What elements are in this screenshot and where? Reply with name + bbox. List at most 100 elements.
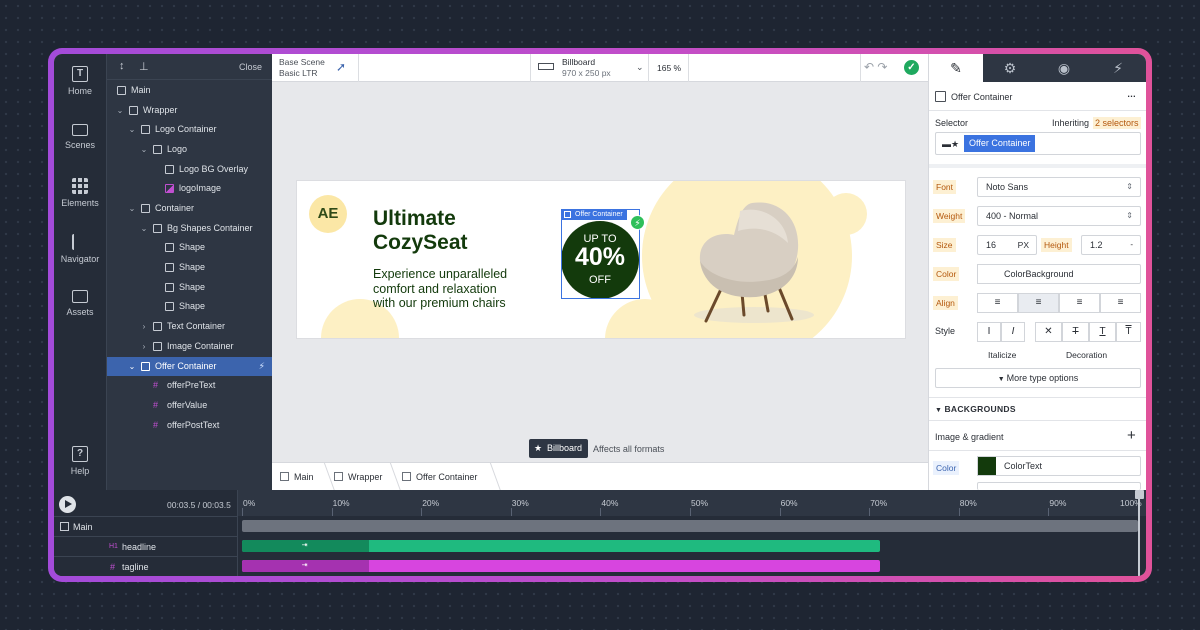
headline[interactable]: Ultimate CozySeat bbox=[373, 207, 513, 255]
rail-help[interactable]: ? Help bbox=[54, 446, 106, 476]
size-unit[interactable]: PX bbox=[1018, 236, 1029, 254]
layer-logo-container[interactable]: ⌄ Logo Container bbox=[107, 120, 273, 139]
align-left-button[interactable]: ≡ bbox=[977, 293, 1018, 313]
layers-close-button[interactable]: Close bbox=[239, 62, 262, 72]
lightning-badge-icon[interactable]: ⚡︎ bbox=[630, 215, 645, 230]
italic-button[interactable]: I bbox=[1001, 322, 1025, 342]
breadcrumb-wrapper[interactable]: Wrapper bbox=[334, 472, 382, 482]
timeline-row-headline[interactable]: H1 headline bbox=[54, 536, 238, 556]
chevron-down-icon[interactable]: ⌄ bbox=[139, 219, 149, 238]
format-selector[interactable]: Billboard 970 x 250 px bbox=[562, 57, 611, 79]
tagline[interactable]: Experience unparalleled comfort and rela… bbox=[373, 267, 553, 311]
overline-button[interactable]: T bbox=[1116, 322, 1141, 342]
chevron-down-icon[interactable]: ⌄ bbox=[127, 120, 137, 139]
layer-offer-pre-text[interactable]: # offerPreText bbox=[107, 376, 273, 395]
layer-image-container[interactable]: › Image Container bbox=[107, 337, 273, 356]
layer-main[interactable]: Main bbox=[107, 81, 273, 100]
inheriting-count[interactable]: 2 selectors bbox=[1093, 117, 1141, 129]
more-options-icon[interactable]: … bbox=[1127, 89, 1136, 99]
chevron-down-icon[interactable]: ⌄ bbox=[115, 101, 125, 120]
font-select[interactable]: Noto Sans ⇕ bbox=[977, 177, 1141, 197]
layer-wrapper[interactable]: ⌄ Wrapper bbox=[107, 101, 273, 120]
timeline-row-tagline[interactable]: # tagline bbox=[54, 556, 238, 576]
trend-icon[interactable]: ➚ bbox=[336, 60, 346, 74]
breadcrumb-label: Wrapper bbox=[348, 472, 383, 482]
chevron-down-icon[interactable]: ⌄ bbox=[636, 62, 644, 73]
timeline-row-main[interactable]: Main bbox=[54, 516, 238, 536]
height-input[interactable]: 1.2 - bbox=[1081, 235, 1141, 255]
timeline-time: 00:03.5 / 00:03.5 bbox=[167, 500, 231, 510]
layer-offer-container[interactable]: ⌄ Offer Container ⚡︎ bbox=[107, 357, 273, 376]
selector-field[interactable]: ▬★ Offer Container bbox=[935, 132, 1141, 155]
tab-settings[interactable]: ⚙ bbox=[983, 54, 1037, 82]
zoom-level[interactable]: 165 % bbox=[657, 63, 681, 73]
layer-text-container[interactable]: › Text Container bbox=[107, 317, 273, 336]
layer-logo-bg-overlay[interactable]: Logo BG Overlay bbox=[107, 160, 273, 179]
timeline-track-bar[interactable]: ⇥ bbox=[242, 560, 880, 572]
selector-chip[interactable]: Offer Container bbox=[964, 135, 1036, 152]
backgrounds-header[interactable]: ▼ BACKGROUNDS bbox=[935, 404, 1016, 414]
timeline-track-bar[interactable] bbox=[242, 520, 1138, 532]
layer-bg-shapes-container[interactable]: ⌄ Bg Shapes Container bbox=[107, 219, 273, 238]
bg-color-token-field[interactable]: ColorText bbox=[996, 456, 1141, 476]
weight-select[interactable]: 400 - Normal ⇕ bbox=[977, 206, 1141, 226]
undo-redo-icon[interactable]: ↶ ↷ bbox=[864, 60, 887, 74]
underline-button[interactable]: T bbox=[1089, 322, 1116, 342]
layer-shape[interactable]: Shape bbox=[107, 278, 273, 297]
rail-navigator[interactable]: Navigator bbox=[54, 234, 106, 264]
layer-offer-value[interactable]: # offerValue bbox=[107, 396, 273, 415]
add-icon[interactable]: + bbox=[1127, 427, 1136, 444]
layer-logo[interactable]: ⌄ Logo bbox=[107, 140, 273, 159]
layer-shape[interactable]: Shape bbox=[107, 238, 273, 257]
breadcrumb-offer-container[interactable]: Offer Container bbox=[402, 472, 477, 482]
rail-home[interactable]: T Home bbox=[54, 66, 106, 96]
playhead[interactable] bbox=[1138, 490, 1140, 576]
height-unit[interactable]: - bbox=[1130, 236, 1133, 254]
layer-container[interactable]: ⌄ Container bbox=[107, 199, 273, 218]
timeline-track-bar[interactable]: ⇥ bbox=[242, 540, 880, 552]
tab-animation[interactable]: ⚡︎ bbox=[1091, 54, 1145, 82]
collapse-all-icon[interactable]: ↕ bbox=[119, 60, 125, 72]
check-status-icon[interactable]: ✓ bbox=[904, 60, 919, 75]
layer-offer-post-text[interactable]: # offerPostText bbox=[107, 416, 273, 435]
no-decoration-button[interactable]: ✕ bbox=[1035, 322, 1062, 342]
rail-elements[interactable]: Elements bbox=[54, 178, 106, 208]
toolbar-divider bbox=[358, 54, 359, 82]
scene-selector[interactable]: Base Scene Basic LTR bbox=[279, 57, 325, 79]
chevron-down-icon[interactable]: ⌄ bbox=[127, 199, 137, 218]
chevron-down-icon[interactable]: ⌄ bbox=[139, 140, 149, 159]
play-icon[interactable] bbox=[59, 496, 76, 513]
format-chip[interactable]: ★ Billboard bbox=[529, 439, 589, 458]
rail-scenes[interactable]: Scenes bbox=[54, 122, 106, 150]
divider bbox=[929, 450, 1146, 451]
timeline-ruler[interactable]: 0% 10% 20% 30% 40% 50% 60% 70% 80% 90% 100% bbox=[238, 490, 1146, 516]
align-center-icon: ≡ bbox=[1035, 297, 1042, 308]
strikethrough-button[interactable]: T bbox=[1062, 322, 1089, 342]
chevron-down-icon[interactable]: ⌄ bbox=[127, 357, 137, 376]
more-type-options-button[interactable]: ▼ More type options bbox=[935, 368, 1141, 388]
tab-style[interactable]: ✎ bbox=[929, 54, 983, 82]
align-center-button[interactable]: ≡ bbox=[1018, 293, 1059, 313]
upright-button[interactable]: I bbox=[977, 322, 1001, 342]
color-swatch[interactable] bbox=[977, 264, 997, 284]
layer-logo-image[interactable]: logoImage bbox=[107, 179, 273, 198]
tab-palette[interactable]: ◉ bbox=[1037, 54, 1091, 82]
bg-color-swatch[interactable] bbox=[977, 456, 997, 476]
billboard-banner[interactable]: AE Ultimate CozySeat Experience unparall… bbox=[297, 181, 905, 338]
rail-assets[interactable]: Assets bbox=[54, 290, 106, 317]
chevron-right-icon[interactable]: › bbox=[139, 317, 149, 336]
align-right-button[interactable]: ≡ bbox=[1059, 293, 1100, 313]
timeline-tick-label: 30% bbox=[511, 498, 529, 508]
pin-icon[interactable]: ⊥ bbox=[139, 60, 149, 73]
logo[interactable]: AE bbox=[309, 195, 347, 233]
chevron-right-icon[interactable]: › bbox=[139, 337, 149, 356]
layer-shape[interactable]: Shape bbox=[107, 297, 273, 316]
chair-image[interactable] bbox=[682, 195, 822, 327]
layer-shape[interactable]: Shape bbox=[107, 258, 273, 277]
lightning-icon[interactable]: ⚡︎ bbox=[259, 357, 265, 376]
playhead-handle[interactable] bbox=[1135, 490, 1144, 499]
breadcrumb-main[interactable]: Main bbox=[280, 472, 314, 482]
color-token-field[interactable]: ColorBackground bbox=[996, 264, 1141, 284]
size-input[interactable]: 16 PX bbox=[977, 235, 1037, 255]
align-justify-button[interactable]: ≡ bbox=[1100, 293, 1141, 313]
